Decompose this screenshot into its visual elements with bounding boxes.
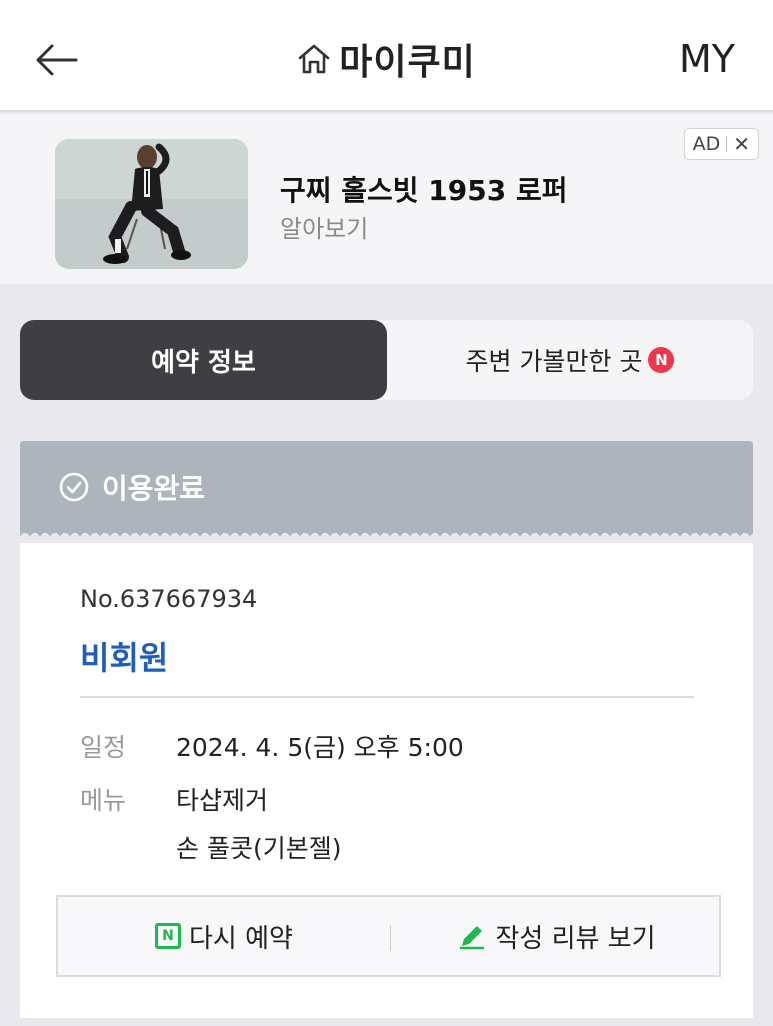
reservation-card: No.637667934 비회원 일정 2024. 4. 5(금) 오후 5:0…	[20, 543, 753, 1018]
divider	[80, 696, 694, 698]
ad-badge-divider	[726, 136, 728, 152]
home-icon	[298, 44, 330, 74]
status-banner: 이용완료	[20, 441, 753, 539]
top-bar: 마이쿠미 MY	[0, 0, 773, 112]
ad-title[interactable]: 구찌 홀스빗 1953 로퍼	[280, 169, 568, 209]
view-review-button[interactable]: 작성 리뷰 보기	[390, 897, 723, 975]
person-on-chair-image	[55, 139, 248, 269]
reservation-number: No.637667934	[80, 585, 258, 613]
ad-subtitle[interactable]: 알아보기	[280, 209, 368, 244]
tab-nearby-label: 주변 가볼만한 곳	[465, 347, 643, 376]
menu-item: 타샵제거	[176, 786, 269, 815]
status-label: 이용완료	[102, 472, 206, 505]
pencil-icon	[460, 926, 485, 950]
view-review-label: 작성 리뷰 보기	[495, 923, 656, 954]
tab-nearby-places[interactable]: 주변 가볼만한 곳 N	[387, 320, 753, 400]
ad-banner[interactable]: 구찌 홀스빗 1953 로퍼 알아보기 AD ✕	[0, 114, 773, 284]
new-badge-icon: N	[648, 347, 675, 373]
ad-badge: AD ✕	[683, 128, 759, 160]
rebook-label: 다시 예약	[189, 923, 293, 954]
ad-thumbnail-image[interactable]	[55, 139, 248, 269]
my-page-button[interactable]: MY	[679, 34, 735, 84]
tab-reservation-info[interactable]: 예약 정보	[20, 320, 387, 400]
tab-bar: 예약 정보 주변 가볼만한 곳 N	[20, 320, 753, 400]
member-type: 비회원	[80, 639, 169, 677]
schedule-value: 2024. 4. 5(금) 오후 5:00	[176, 733, 464, 762]
schedule-label: 일정	[80, 733, 127, 762]
rebook-button[interactable]: N 다시 예약	[58, 897, 390, 975]
ad-close-icon[interactable]: ✕	[733, 134, 750, 154]
menu-item: 손 풀콧(기본젤)	[176, 834, 342, 863]
page-title-group: 마이쿠미	[0, 34, 773, 84]
ad-label: AD	[692, 133, 721, 155]
naver-calendar-icon: N	[155, 923, 182, 949]
menu-label: 메뉴	[80, 786, 127, 815]
page-title: 마이쿠미	[339, 42, 476, 83]
check-circle-icon	[59, 472, 89, 502]
action-buttons: N 다시 예약 작성 리뷰 보기	[56, 895, 721, 977]
